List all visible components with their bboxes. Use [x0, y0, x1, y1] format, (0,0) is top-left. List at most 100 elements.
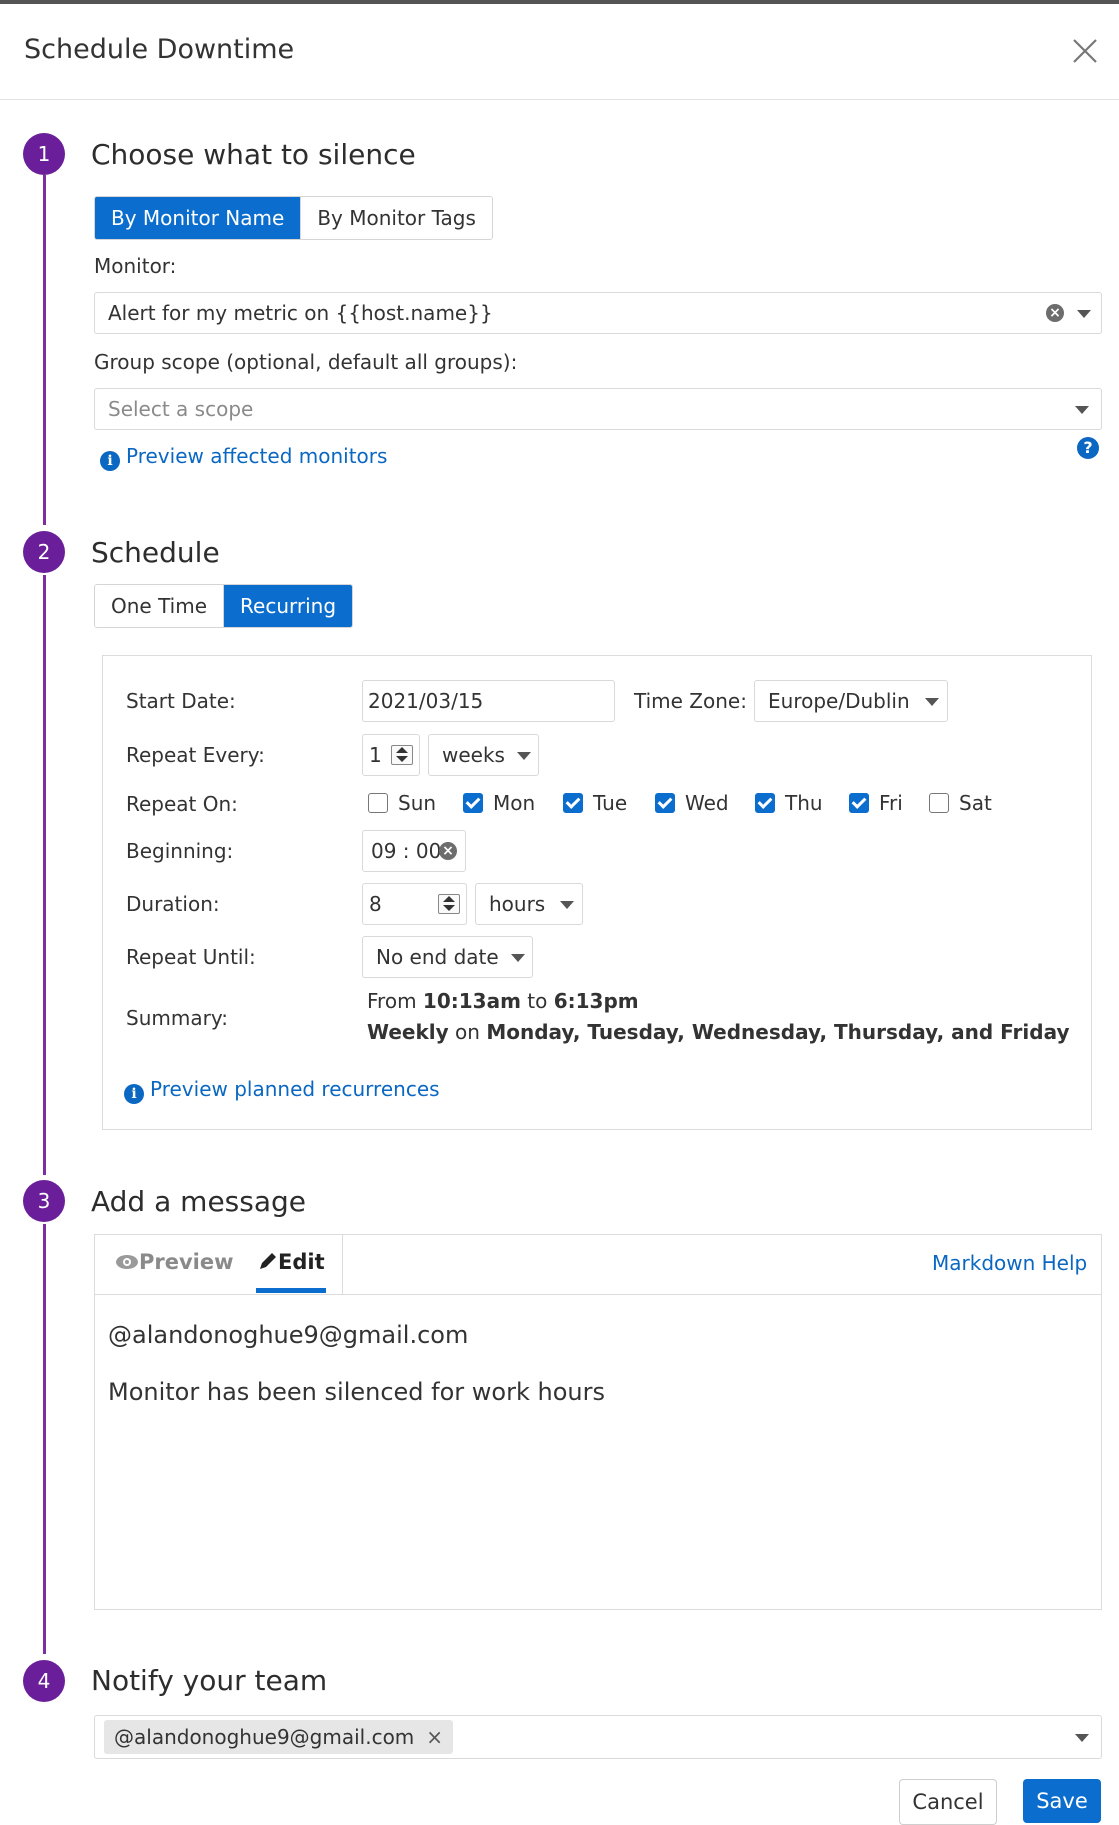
active-tab-indicator	[256, 1288, 326, 1293]
time-zone-value: Europe/Dublin	[768, 689, 910, 713]
preview-planned-recurrences-link[interactable]: i Preview planned recurrences	[124, 1077, 440, 1104]
clear-icon[interactable]: ×	[439, 842, 457, 860]
beginning-time-value: 09 : 00	[371, 839, 442, 863]
day-label: Thu	[785, 791, 823, 815]
stepper-icon[interactable]	[438, 894, 460, 914]
save-button[interactable]: Save	[1023, 1779, 1101, 1823]
step-2-title: Schedule	[91, 536, 220, 569]
day-sun[interactable]: Sun	[368, 790, 436, 816]
recurring-button[interactable]: Recurring	[224, 585, 353, 627]
timeline-line	[43, 1224, 46, 1654]
info-icon: i	[100, 451, 120, 471]
step-1-title: Choose what to silence	[91, 138, 416, 171]
time-zone-select[interactable]: Europe/Dublin	[754, 680, 948, 722]
day-fri[interactable]: Fri	[849, 790, 903, 816]
day-label: Fri	[879, 791, 903, 815]
repeat-until-select[interactable]: No end date	[362, 936, 533, 978]
day-label: Mon	[493, 791, 536, 815]
close-icon[interactable]	[1068, 34, 1102, 68]
one-time-button[interactable]: One Time	[95, 585, 225, 627]
message-editor: Preview Edit Markdown Help @alandonoghue…	[94, 1234, 1102, 1610]
message-line-body[interactable]: Monitor has been silenced for work hours	[108, 1378, 605, 1406]
time-zone-label: Time Zone:	[634, 689, 747, 713]
summary-frequency: Weekly on Monday, Tuesday, Wednesday, Th…	[367, 1020, 1070, 1044]
day-label: Sat	[959, 791, 992, 815]
monitor-label: Monitor:	[94, 254, 177, 278]
chevron-down-icon[interactable]	[517, 752, 531, 760]
day-mon[interactable]: Mon	[463, 790, 535, 816]
tab-edit-label: Edit	[278, 1250, 325, 1274]
day-wed[interactable]: Wed	[655, 790, 729, 816]
tab-edit[interactable]: Edit	[258, 1250, 325, 1274]
day-tue[interactable]: Tue	[563, 790, 627, 816]
repeat-on-label: Repeat On:	[126, 792, 238, 816]
stepper-icon[interactable]	[391, 745, 413, 765]
step-4-badge: 4	[23, 1660, 65, 1702]
group-scope-label: Group scope (optional, default all group…	[94, 350, 518, 374]
step-3-title: Add a message	[91, 1185, 307, 1218]
preview-affected-monitors-text: Preview affected monitors	[126, 444, 388, 468]
checkbox-icon[interactable]	[368, 793, 388, 813]
duration-input[interactable]: 8	[362, 883, 467, 925]
start-date-label: Start Date:	[126, 689, 236, 713]
checkbox-checked-icon[interactable]	[563, 793, 583, 813]
clear-icon[interactable]: ×	[1046, 304, 1064, 322]
repeat-every-label: Repeat Every:	[126, 743, 265, 767]
duration-value: 8	[369, 892, 382, 916]
duration-unit-value: hours	[489, 892, 546, 916]
chevron-down-icon[interactable]	[1075, 1734, 1089, 1742]
step-2-badge: 2	[23, 531, 65, 573]
dialog-header: Schedule Downtime	[0, 4, 1119, 100]
repeat-every-value: 1	[369, 743, 382, 767]
message-tabs: Preview Edit Markdown Help	[95, 1235, 1101, 1295]
checkbox-checked-icon[interactable]	[463, 793, 483, 813]
chevron-down-icon[interactable]	[560, 901, 574, 909]
timeline-line	[43, 575, 46, 1175]
day-thu[interactable]: Thu	[755, 790, 823, 816]
group-scope-select[interactable]: Select a scope	[94, 388, 1102, 430]
checkbox-checked-icon[interactable]	[655, 793, 675, 813]
by-monitor-name-button[interactable]: By Monitor Name	[95, 197, 302, 239]
start-date-value: 2021/03/15	[368, 689, 484, 713]
tab-divider	[342, 1235, 343, 1294]
checkbox-checked-icon[interactable]	[755, 793, 775, 813]
cancel-button[interactable]: Cancel	[899, 1779, 997, 1825]
preview-affected-monitors-link[interactable]: i Preview affected monitors	[100, 444, 387, 471]
dialog-title: Schedule Downtime	[24, 34, 295, 65]
chevron-down-icon[interactable]	[511, 954, 525, 962]
summary-time-range: From 10:13am to 6:13pm	[367, 989, 639, 1013]
duration-unit-select[interactable]: hours	[475, 883, 583, 925]
timeline-line	[43, 175, 46, 525]
repeat-every-unit-select[interactable]: weeks	[428, 734, 539, 776]
recurring-panel	[102, 655, 1092, 1130]
checkbox-checked-icon[interactable]	[849, 793, 869, 813]
silence-mode-toggle: By Monitor Name By Monitor Tags	[94, 196, 493, 240]
chevron-down-icon[interactable]	[925, 698, 939, 706]
info-icon: i	[124, 1084, 144, 1104]
by-monitor-tags-button[interactable]: By Monitor Tags	[301, 197, 492, 239]
tab-preview-label: Preview	[139, 1250, 234, 1274]
notify-tag-label: @alandonoghue9@gmail.com	[114, 1725, 415, 1749]
monitor-select[interactable]: Alert for my metric on {{host.name}} ×	[94, 292, 1102, 334]
day-sat[interactable]: Sat	[929, 790, 992, 816]
day-label: Wed	[685, 791, 729, 815]
chevron-down-icon[interactable]	[1075, 406, 1089, 414]
markdown-help-link[interactable]: Markdown Help	[932, 1251, 1087, 1275]
notify-tag: @alandonoghue9@gmail.com ×	[104, 1720, 454, 1754]
remove-tag-icon[interactable]: ×	[426, 1720, 443, 1754]
pencil-icon	[260, 1253, 276, 1269]
repeat-every-input[interactable]: 1	[362, 734, 420, 776]
beginning-time-input[interactable]: 09 : 00 ×	[362, 830, 466, 872]
summary-label: Summary:	[126, 1006, 228, 1030]
chevron-down-icon[interactable]	[1077, 310, 1091, 318]
beginning-label: Beginning:	[126, 839, 234, 863]
tab-preview[interactable]: Preview	[115, 1250, 234, 1274]
monitor-value: Alert for my metric on {{host.name}}	[108, 301, 493, 325]
checkbox-icon[interactable]	[929, 793, 949, 813]
repeat-every-unit-value: weeks	[442, 743, 505, 767]
group-scope-placeholder: Select a scope	[108, 397, 254, 421]
message-line-mention[interactable]: @alandonoghue9@gmail.com	[108, 1321, 468, 1349]
start-date-input[interactable]: 2021/03/15	[362, 680, 615, 722]
help-icon[interactable]: ?	[1077, 437, 1099, 459]
step-4-title: Notify your team	[91, 1664, 328, 1697]
